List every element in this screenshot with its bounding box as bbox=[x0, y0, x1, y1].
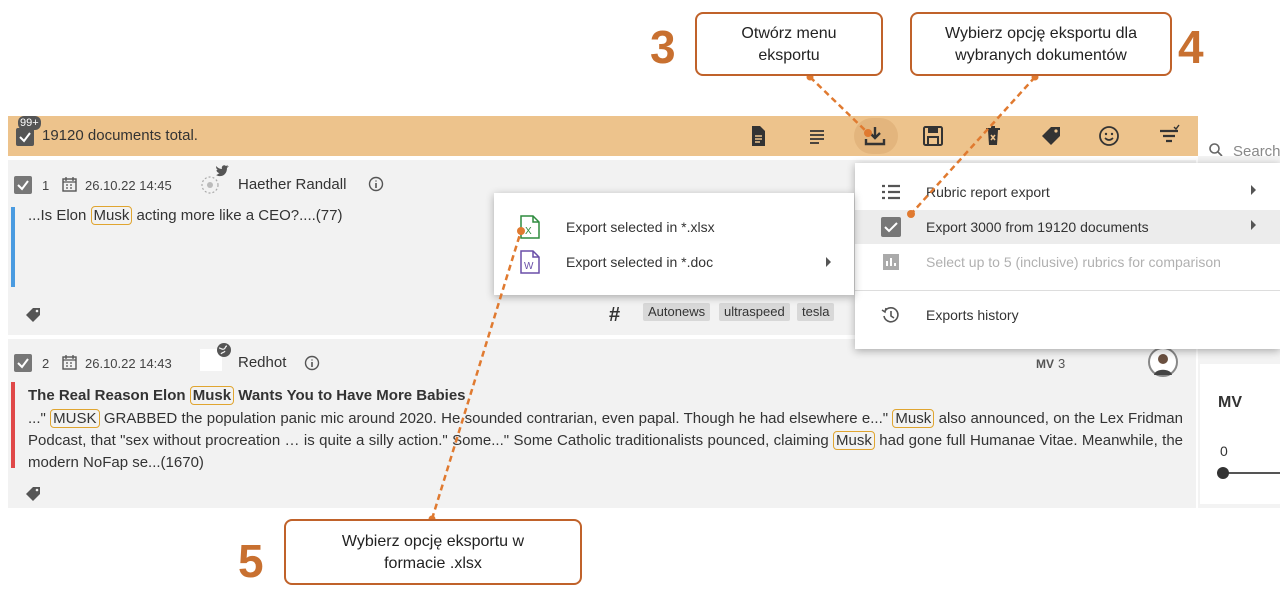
step-number-4: 4 bbox=[1178, 21, 1204, 73]
callout-step-5: Wybierz opcję eksportu w formacie .xlsx bbox=[284, 519, 582, 585]
callout-step-3: Otwórz menu eksportu bbox=[695, 12, 883, 76]
annotation-connectors bbox=[428, 73, 1039, 523]
callout-step-4: Wybierz opcję eksportu dla wybranych dok… bbox=[910, 12, 1172, 76]
step-number-5: 5 bbox=[238, 535, 264, 587]
step-number-3: 3 bbox=[650, 21, 676, 73]
